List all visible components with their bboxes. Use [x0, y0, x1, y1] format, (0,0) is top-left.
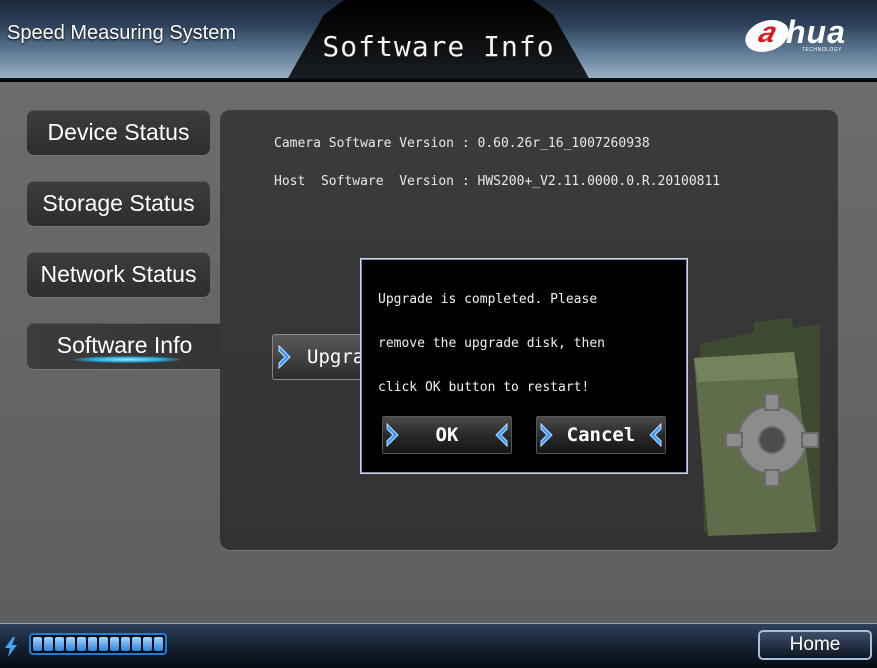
- upgrade-complete-dialog: Upgrade is completed. Please remove the …: [360, 258, 688, 474]
- cancel-button[interactable]: Cancel: [536, 416, 666, 454]
- ok-button-label: OK: [435, 424, 459, 446]
- progress-segment: [143, 637, 152, 651]
- progress-segment: [110, 637, 119, 651]
- page-title: Software Info: [322, 30, 555, 63]
- brand-logo-wordmark: hua: [786, 14, 846, 50]
- sidebar-item-label: Device Status: [47, 119, 190, 145]
- footer-bar: Home: [0, 623, 877, 668]
- chevron-left-icon: [495, 423, 508, 447]
- bolt-icon: [5, 637, 17, 657]
- chevron-right-icon: [278, 345, 291, 369]
- progress-segment: [77, 637, 86, 651]
- sidebar-item-network-status[interactable]: Network Status: [27, 252, 210, 297]
- progress-segment: [121, 637, 130, 651]
- chevron-right-icon: [540, 423, 553, 447]
- progress-segment: [44, 637, 53, 651]
- chevron-right-icon: [386, 423, 399, 447]
- progress-bar: [29, 633, 167, 655]
- progress-bar-fill: [33, 637, 163, 651]
- sidebar-item-label: Storage Status: [42, 190, 195, 216]
- dialog-message-line: remove the upgrade disk, then: [378, 336, 605, 351]
- sidebar-item-device-status[interactable]: Device Status: [27, 110, 210, 155]
- header-bar: Speed Measuring System Software Info a h…: [0, 0, 877, 82]
- progress-segment: [154, 637, 163, 651]
- sidebar-item-label: Network Status: [40, 261, 197, 287]
- brand-logo: a hua TECHNOLOGY: [740, 14, 858, 56]
- brand-logo-subtext: TECHNOLOGY: [802, 47, 843, 53]
- app-title: Speed Measuring System: [7, 22, 237, 44]
- home-button[interactable]: Home: [758, 630, 872, 660]
- dialog-message-line: click OK button to restart!: [378, 380, 590, 395]
- dialog-message-line: Upgrade is completed. Please: [378, 292, 598, 307]
- progress-segment: [88, 637, 97, 651]
- chevron-left-icon: [649, 423, 662, 447]
- folder-gear-icon: [694, 318, 820, 536]
- progress-segment: [33, 637, 42, 651]
- progress-segment: [132, 637, 141, 651]
- progress-segment: [99, 637, 108, 651]
- host-software-version: Host Software Version : HWS200+_V2.11.00…: [274, 174, 721, 189]
- camera-software-version: Camera Software Version : 0.60.26r_16_10…: [274, 136, 650, 151]
- ok-button[interactable]: OK: [382, 416, 512, 454]
- main-area: Device Status Storage Status Network Sta…: [0, 82, 877, 623]
- progress-segment: [66, 637, 75, 651]
- sidebar-item-storage-status[interactable]: Storage Status: [27, 181, 210, 226]
- home-button-label: Home: [789, 634, 841, 655]
- cancel-button-label: Cancel: [566, 424, 636, 446]
- sidebar-item-software-info[interactable]: Software Info: [27, 323, 222, 369]
- active-indicator: [72, 356, 182, 363]
- progress-segment: [55, 637, 64, 651]
- sidebar-item-label: Software Info: [56, 332, 193, 358]
